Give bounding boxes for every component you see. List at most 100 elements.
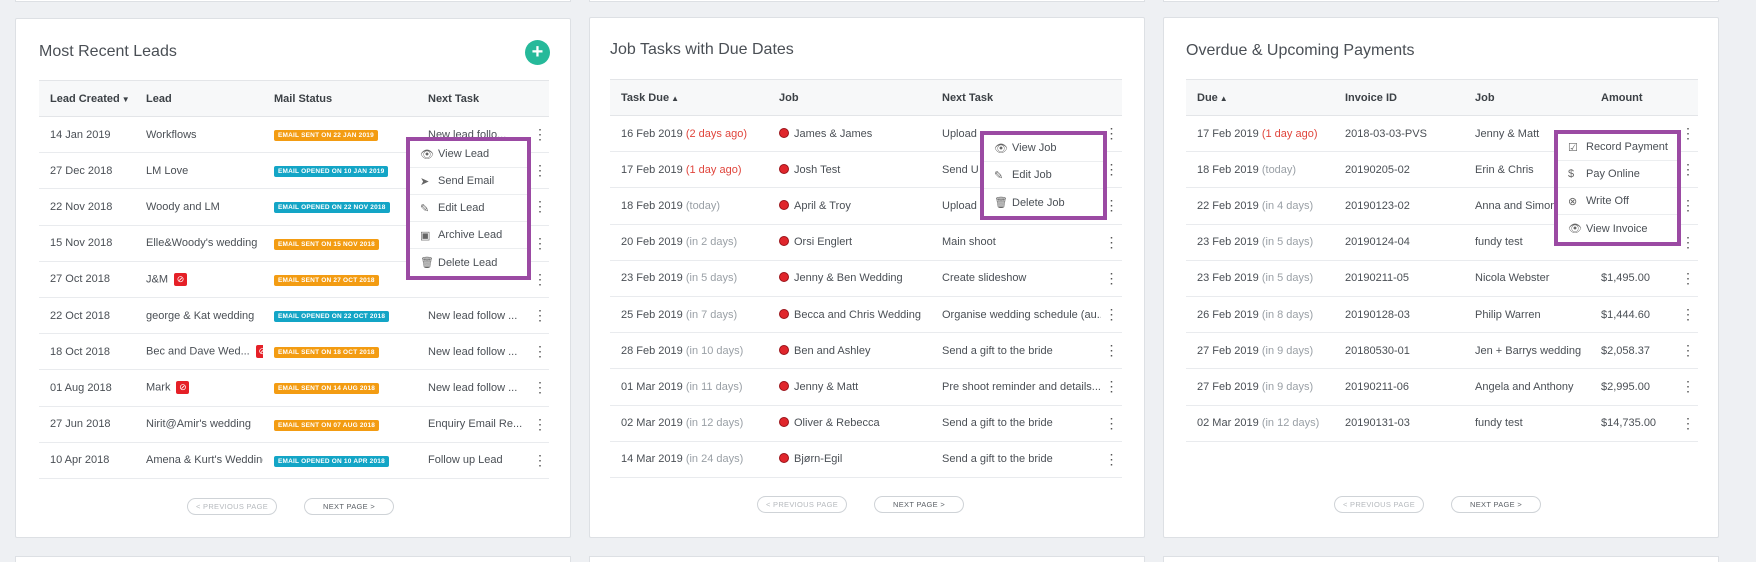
job-cell[interactable]: Ben and Ashley — [768, 333, 931, 369]
job-name[interactable]: Oliver & Rebecca — [794, 417, 880, 429]
lead-name-cell[interactable]: Bec and Dave Wed... ⊘ — [135, 334, 263, 370]
job-name[interactable]: Jenny & Matt — [794, 381, 858, 393]
invoice-id-cell[interactable]: 20180530-01 — [1334, 333, 1464, 369]
job-cell[interactable]: fundy test — [1464, 405, 1590, 441]
table-row[interactable]: 25 Feb 2019 (in 7 days) Becca and Chris W… — [610, 296, 1122, 333]
lead-name-cell[interactable]: Amena & Kurt's Wedding — [135, 442, 263, 478]
kebab-menu-icon[interactable]: ⋮ — [531, 406, 549, 442]
col-lead-created[interactable]: Lead Created ▼ — [39, 81, 135, 117]
table-row[interactable]: 02 Mar 2019 (in 12 days) Oliver & Rebecca… — [610, 405, 1122, 442]
invoice-id-cell[interactable]: 20190123-02 — [1334, 188, 1464, 224]
table-row[interactable]: 23 Feb 2019 (in 5 days) Jenny & Ben Weddi… — [610, 260, 1122, 297]
table-row[interactable]: 20 Feb 2019 (in 2 days) Orsi Englert Main … — [610, 224, 1122, 261]
previous-page-button[interactable]: < PREVIOUS PAGE — [1334, 496, 1424, 513]
col-due[interactable]: Due ▲ — [1186, 80, 1334, 116]
menu-item-write-off[interactable]: ⊗ Write Off — [1558, 188, 1677, 215]
menu-item-view-invoice[interactable]: 👁 View Invoice — [1558, 215, 1677, 242]
previous-page-button[interactable]: < PREVIOUS PAGE — [187, 498, 277, 515]
kebab-menu-icon[interactable]: ⋮ — [531, 334, 549, 370]
kebab-menu-icon[interactable]: ⋮ — [531, 261, 549, 297]
lead-name[interactable]: Nirit@Amir's wedding — [146, 418, 251, 430]
table-row[interactable]: 14 Mar 2019 (in 24 days) Bjørn-Egil Send a… — [610, 441, 1122, 478]
menu-item-view-job[interactable]: 👁 View Job — [984, 135, 1103, 162]
job-cell[interactable]: Jen + Barrys wedding — [1464, 333, 1590, 369]
menu-item-delete-job[interactable]: 🗑 Delete Job — [984, 189, 1103, 216]
kebab-menu-icon[interactable]: ⋮ — [531, 297, 549, 333]
previous-page-button[interactable]: < PREVIOUS PAGE — [757, 496, 847, 513]
kebab-menu-icon[interactable]: ⋮ — [531, 225, 549, 261]
kebab-menu-icon[interactable]: ⋮ — [1678, 369, 1698, 405]
menu-item-archive-lead[interactable]: ▣ Archive Lead — [410, 222, 527, 249]
job-cell[interactable]: April & Troy — [768, 188, 931, 224]
invoice-id-cell[interactable]: 20190211-05 — [1334, 260, 1464, 296]
lead-name-cell[interactable]: george & Kat wedding — [135, 297, 263, 333]
col-mail-status[interactable]: Mail Status — [263, 81, 417, 117]
job-cell[interactable]: Jenny & Matt — [768, 369, 931, 405]
kebab-menu-icon[interactable]: ⋮ — [1101, 441, 1122, 477]
kebab-menu-icon[interactable]: ⋮ — [1678, 152, 1698, 188]
job-cell[interactable]: James & James — [768, 116, 931, 152]
invoice-id-cell[interactable]: 20190131-03 — [1334, 405, 1464, 441]
kebab-menu-icon[interactable]: ⋮ — [1678, 333, 1698, 369]
kebab-menu-icon[interactable]: ⋮ — [1678, 405, 1698, 441]
job-cell[interactable]: Orsi Englert — [768, 224, 931, 260]
invoice-id-cell[interactable]: 20190205-02 — [1334, 152, 1464, 188]
col-next-task[interactable]: Next Task — [931, 80, 1101, 116]
lead-name[interactable]: george & Kat wedding — [146, 310, 254, 322]
kebab-menu-icon[interactable]: ⋮ — [531, 189, 549, 225]
lead-name-cell[interactable]: Mark ⊘ — [135, 370, 263, 406]
kebab-menu-icon[interactable]: ⋮ — [531, 153, 549, 189]
lead-name-cell[interactable]: Nirit@Amir's wedding — [135, 406, 263, 442]
kebab-menu-icon[interactable]: ⋮ — [531, 117, 549, 153]
job-name[interactable]: Josh Test — [794, 164, 840, 176]
lead-name[interactable]: Mark — [146, 382, 170, 394]
job-name[interactable]: Jenny & Ben Wedding — [794, 272, 903, 284]
table-row[interactable]: 01 Aug 2018 Mark ⊘ EMAIL SENT ON 14 AUG 201… — [39, 370, 549, 406]
job-cell[interactable]: Becca and Chris Wedding — [768, 296, 931, 332]
lead-name[interactable]: LM Love — [146, 165, 188, 177]
lead-name-cell[interactable]: LM Love — [135, 153, 263, 189]
kebab-menu-icon[interactable]: ⋮ — [531, 370, 549, 406]
table-row[interactable]: 18 Oct 2018 Bec and Dave Wed... ⊘ EMAIL SEN… — [39, 334, 549, 370]
next-page-button[interactable]: NEXT PAGE > — [1451, 496, 1541, 513]
plus-icon[interactable]: + — [525, 40, 550, 65]
table-row[interactable]: 02 Mar 2019 (in 12 days) 20190131-03 fundy… — [1186, 405, 1698, 442]
table-row[interactable]: 28 Feb 2019 (in 10 days) Ben and Ashley Se… — [610, 333, 1122, 369]
col-task-due[interactable]: Task Due ▲ — [610, 80, 768, 116]
lead-name[interactable]: Elle&Woody's wedding — [146, 237, 257, 249]
lead-name-cell[interactable]: Workflows — [135, 117, 263, 153]
lead-name-cell[interactable]: Woody and LM — [135, 189, 263, 225]
job-cell[interactable]: Bjørn-Egil — [768, 441, 931, 477]
col-invoice-id[interactable]: Invoice ID — [1334, 80, 1464, 116]
kebab-menu-icon[interactable]: ⋮ — [1678, 224, 1698, 260]
next-page-button[interactable]: NEXT PAGE > — [304, 498, 394, 515]
lead-name[interactable]: Woody and LM — [146, 201, 220, 213]
col-lead[interactable]: Lead — [135, 81, 263, 117]
job-cell[interactable]: Josh Test — [768, 152, 931, 188]
job-cell[interactable]: Nicola Webster — [1464, 260, 1590, 296]
job-cell[interactable]: Jenny & Ben Wedding — [768, 260, 931, 296]
kebab-menu-icon[interactable]: ⋮ — [1101, 296, 1122, 332]
job-cell[interactable]: Angela and Anthony — [1464, 369, 1590, 405]
lead-name[interactable]: Amena & Kurt's Wedding — [146, 454, 263, 466]
lead-name[interactable]: J&M — [146, 273, 168, 285]
table-row[interactable]: 22 Oct 2018 george & Kat wedding EMAIL OPE… — [39, 297, 549, 334]
kebab-menu-icon[interactable]: ⋮ — [1678, 260, 1698, 296]
menu-item-send-email[interactable]: ➤ Send Email — [410, 168, 527, 195]
kebab-menu-icon[interactable]: ⋮ — [1101, 333, 1122, 369]
job-cell[interactable]: Philip Warren — [1464, 296, 1590, 332]
job-name[interactable]: Becca and Chris Wedding — [794, 309, 921, 321]
table-row[interactable]: 23 Feb 2019 (in 5 days) 20190211-05 Nicola… — [1186, 260, 1698, 297]
table-row[interactable]: 27 Feb 2019 (in 9 days) 20190211-06 Angela… — [1186, 369, 1698, 405]
kebab-menu-icon[interactable]: ⋮ — [1678, 188, 1698, 224]
menu-item-pay-online[interactable]: $ Pay Online — [1558, 161, 1677, 188]
kebab-menu-icon[interactable]: ⋮ — [1678, 296, 1698, 332]
menu-item-edit-lead[interactable]: ✎ Edit Lead — [410, 195, 527, 222]
table-row[interactable]: 26 Feb 2019 (in 8 days) 20190128-03 Philip… — [1186, 296, 1698, 333]
table-row[interactable]: 27 Feb 2019 (in 9 days) 20180530-01 Jen + … — [1186, 333, 1698, 369]
menu-item-delete-lead[interactable]: 🗑 Delete Lead — [410, 249, 527, 276]
next-page-button[interactable]: NEXT PAGE > — [874, 496, 964, 513]
job-name[interactable]: Bjørn-Egil — [794, 453, 842, 465]
col-job[interactable]: Job — [768, 80, 931, 116]
invoice-id-cell[interactable]: 20190128-03 — [1334, 296, 1464, 332]
